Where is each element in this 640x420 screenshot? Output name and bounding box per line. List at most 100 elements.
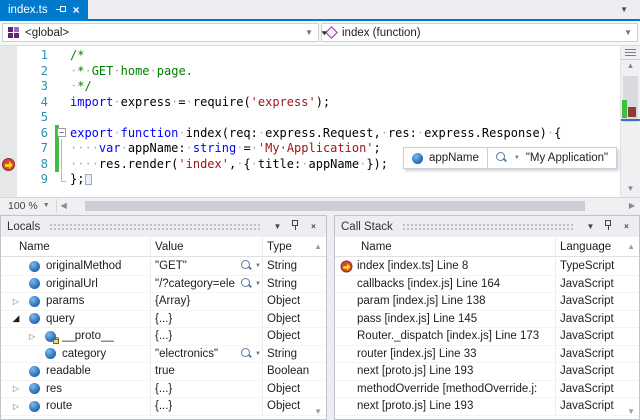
close-icon[interactable]: ×	[307, 223, 320, 231]
scroll-left-icon[interactable]: ◀	[57, 201, 71, 210]
column-name[interactable]: Name	[335, 241, 555, 253]
locals-row[interactable]: originalUrl"/?category=ele▼String	[1, 276, 326, 294]
scroll-up-icon[interactable]: ▲	[314, 243, 322, 251]
variable-name-cell: ▷params	[1, 293, 150, 310]
zoom-level-dropdown[interactable]: 100 % ▼	[2, 199, 57, 213]
callstack-column-header[interactable]: Name Language ▲	[335, 237, 639, 257]
breakpoint-margin[interactable]	[0, 46, 17, 197]
window-menu-icon[interactable]: ▼	[584, 222, 597, 231]
scope-dropdown-label: <global>	[25, 27, 69, 39]
magnifier-icon[interactable]	[241, 278, 253, 290]
magnifier-icon[interactable]	[496, 152, 508, 164]
code-editor[interactable]: 123456789 − /*·*·GET·home·page.·*/import…	[0, 46, 640, 197]
chevron-down-icon[interactable]: ▼	[255, 281, 261, 287]
frame-language: TypeScript	[555, 258, 623, 275]
pin-icon[interactable]	[289, 220, 302, 233]
variable-value-cell[interactable]: "/?category=ele▼	[150, 276, 262, 293]
scope-dropdown[interactable]: <global> ▼	[2, 23, 319, 42]
stack-frame-row[interactable]: next [proto.js] Line 193JavaScript	[335, 398, 639, 416]
stack-frame-row[interactable]: param [index.js] Line 138JavaScript	[335, 293, 639, 311]
visualizer-control[interactable]: ▼	[241, 348, 262, 360]
callstack-title-bar[interactable]: Call Stack ▼ ×	[335, 216, 639, 237]
column-value[interactable]: Value	[150, 237, 262, 256]
variable-name-cell: ▷__proto__	[1, 328, 150, 345]
expander-icon[interactable]: ▷	[9, 402, 23, 411]
locals-column-header[interactable]: Name Value Type ▲	[1, 237, 326, 257]
expander-icon[interactable]: ◢	[9, 313, 23, 324]
datatip-value[interactable]: ▼ "My Application"	[487, 148, 616, 168]
variable-value-cell[interactable]: "electronics"▼	[150, 346, 262, 363]
scrollbar-thumb[interactable]	[85, 201, 585, 211]
locals-row[interactable]: ▷params{Array}Object	[1, 293, 326, 311]
pin-icon[interactable]	[55, 4, 66, 15]
variable-value-cell[interactable]: {...}	[150, 311, 262, 328]
variable-value: {...}	[155, 400, 262, 412]
visualizer-control[interactable]: ▼	[241, 278, 262, 290]
variable-value-cell[interactable]: true	[150, 363, 262, 380]
locals-row[interactable]: originalMethod"GET"▼String	[1, 258, 326, 276]
stack-frame-row[interactable]: index [index.ts] Line 8TypeScript	[335, 258, 639, 276]
fold-collapse-icon[interactable]: −	[57, 128, 66, 137]
locals-row[interactable]: ▷res{...}Object	[1, 381, 326, 399]
pin-icon[interactable]	[602, 220, 615, 233]
property-icon	[412, 153, 423, 164]
variable-value: {...}	[155, 383, 262, 395]
locals-row[interactable]: ▷__proto__{...}Object	[1, 328, 326, 346]
column-language[interactable]: Language	[555, 237, 623, 256]
variable-value-cell[interactable]: {Array}	[150, 293, 262, 310]
chevron-down-icon[interactable]: ▼	[255, 263, 261, 269]
variable-value-cell[interactable]: {...}	[150, 398, 262, 415]
stack-frame-row[interactable]: Router._dispatch [index.js] Line 173Java…	[335, 328, 639, 346]
navigation-bar: <global> ▼ index (function) ▼	[0, 21, 640, 46]
line-number: 9	[18, 172, 48, 188]
horizontal-scrollbar[interactable]	[71, 198, 624, 213]
tab-bar: index.ts × ▼	[0, 0, 640, 21]
stack-frame-row[interactable]: pass [index.js] Line 145JavaScript	[335, 311, 639, 329]
datatip-variable[interactable]: appName	[404, 148, 487, 168]
breakpoint-current-statement-icon[interactable]	[2, 158, 15, 171]
member-dropdown[interactable]: index (function) ▼	[321, 23, 638, 42]
editor-split-handle-icon[interactable]	[621, 46, 640, 60]
scroll-up-icon[interactable]: ▲	[621, 60, 640, 72]
variable-type-cell: Object	[262, 381, 310, 398]
locals-title-bar[interactable]: Locals ▼ ×	[1, 216, 326, 237]
stack-frame-row[interactable]: router [index.js] Line 33JavaScript	[335, 346, 639, 364]
expander-icon[interactable]: ▷	[9, 384, 23, 393]
close-icon[interactable]: ×	[73, 4, 80, 16]
locals-row[interactable]: ◢query{...}Object	[1, 311, 326, 329]
column-type[interactable]: Type	[262, 237, 310, 256]
locals-row[interactable]: ▷route{...}Object	[1, 398, 326, 416]
close-icon[interactable]: ×	[620, 223, 633, 231]
visualizer-control[interactable]: ▼	[241, 260, 262, 272]
magnifier-icon[interactable]	[241, 348, 253, 360]
variable-value-cell[interactable]: "GET"▼	[150, 258, 262, 275]
callstack-panel: Call Stack ▼ × Name Language ▲ index [in…	[334, 215, 640, 420]
tab-list-dropdown[interactable]: ▼	[608, 0, 640, 19]
stack-frame-row[interactable]: next [proto.js] Line 193JavaScript	[335, 363, 639, 381]
scroll-down-icon[interactable]: ▼	[621, 183, 640, 195]
chevron-down-icon[interactable]: ▼	[514, 155, 520, 161]
scroll-down-icon[interactable]: ▼	[627, 408, 635, 416]
variable-value: {...}	[155, 330, 262, 342]
drag-texture	[49, 223, 262, 231]
expander-icon[interactable]: ▷	[25, 332, 39, 341]
column-name[interactable]: Name	[1, 241, 150, 253]
variable-type-cell: Object	[262, 398, 310, 415]
tab-index-ts[interactable]: index.ts ×	[0, 0, 88, 19]
line-number: 4	[18, 95, 48, 111]
member-dropdown-label: index (function)	[342, 27, 421, 39]
scroll-up-icon[interactable]: ▲	[627, 243, 635, 251]
expander-icon[interactable]: ▷	[9, 297, 23, 306]
locals-row[interactable]: category"electronics"▼String	[1, 346, 326, 364]
variable-value-cell[interactable]: {...}	[150, 381, 262, 398]
window-menu-icon[interactable]: ▼	[271, 222, 284, 231]
chevron-down-icon[interactable]: ▼	[255, 351, 261, 357]
scroll-down-icon[interactable]: ▼	[314, 408, 322, 416]
locals-row[interactable]: readabletrueBoolean	[1, 363, 326, 381]
stack-frame-row[interactable]: callbacks [index.js] Line 164JavaScript	[335, 276, 639, 294]
magnifier-icon[interactable]	[241, 260, 253, 272]
scroll-right-icon[interactable]: ▶	[624, 201, 640, 210]
stack-frame-row[interactable]: methodOverride [methodOverride.j:JavaScr…	[335, 381, 639, 399]
vertical-scrollbar[interactable]: ▲ ▼	[620, 46, 640, 197]
variable-value-cell[interactable]: {...}	[150, 328, 262, 345]
